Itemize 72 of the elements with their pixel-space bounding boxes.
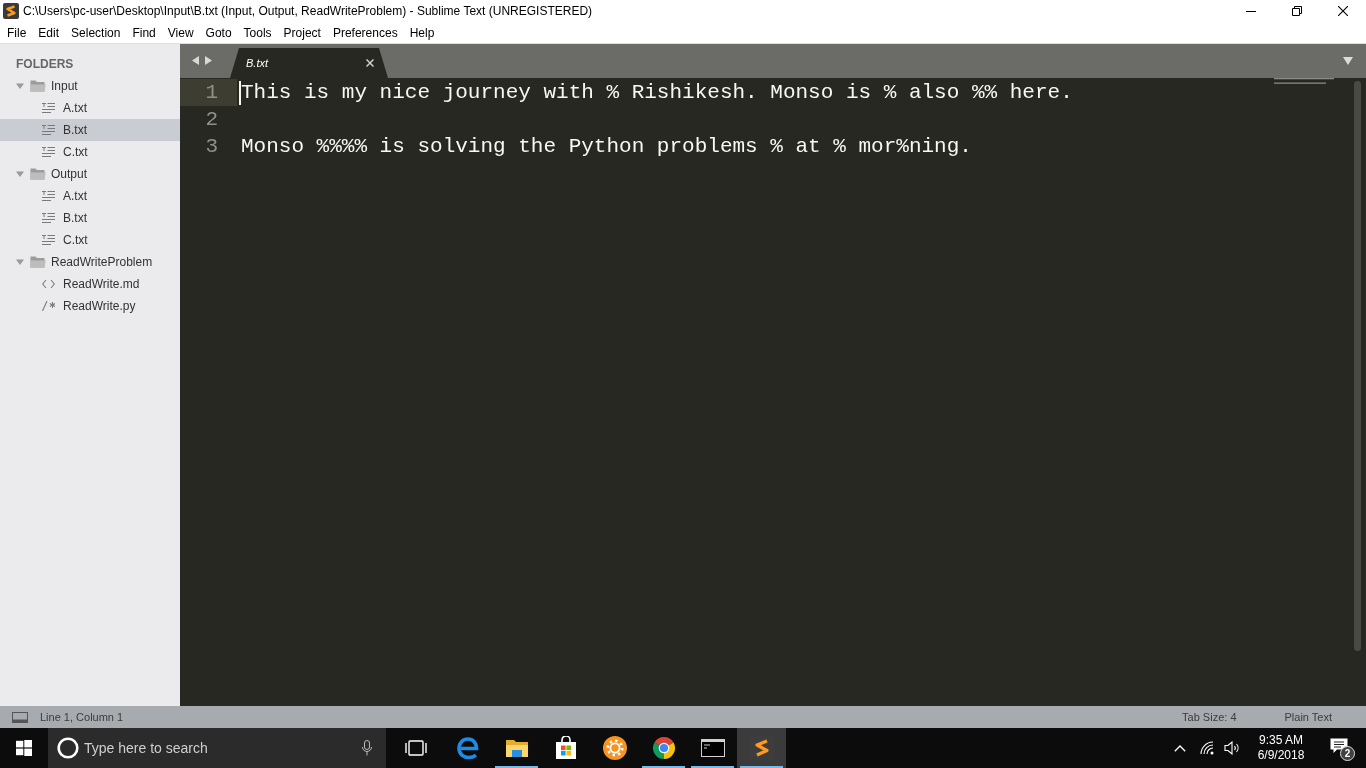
sidebar-entry[interactable]: A.txt (0, 185, 180, 207)
sidebar-entry[interactable]: C.txt (0, 141, 180, 163)
line-number: 1 (180, 79, 237, 106)
menu-item[interactable]: File (1, 23, 33, 42)
line-number: 2 (204, 107, 219, 133)
sidebar-entry[interactable]: B.txt (0, 119, 180, 141)
syntax-setting[interactable]: Plain Text (1284, 711, 1332, 723)
wifi-icon[interactable] (1200, 741, 1216, 755)
line-number: 3 (204, 134, 219, 160)
text-lines-icon (42, 191, 55, 201)
sidebar-heading: FOLDERS (16, 56, 75, 73)
scrollbar-thumb[interactable] (1354, 81, 1361, 651)
text-lines-icon (42, 103, 55, 113)
code-line: Monso %%%% is solving the Python problems % at % mor%ning. (241, 135, 972, 158)
chevron-up-icon[interactable] (1174, 744, 1186, 752)
minimap (1274, 78, 1336, 85)
code-line: This is my nice journey with % Rishikesh. Monso is % also %% here. (241, 81, 1073, 104)
sidebar-entry[interactable]: B.txt (0, 207, 180, 229)
gear-icon (602, 736, 627, 760)
speaker-icon[interactable] (1224, 741, 1240, 755)
sidebar-entry[interactable]: A.txt (0, 97, 180, 119)
cursor-position: Line 1, Column 1 (40, 711, 124, 723)
app-logo-icon (3, 3, 19, 19)
menu-item[interactable]: Goto (199, 23, 238, 42)
tab[interactable]: B.txt (230, 48, 388, 78)
text-cursor (239, 81, 241, 105)
menu-item[interactable]: Preferences (326, 23, 404, 42)
notification-count: 2 (1340, 746, 1355, 761)
folder-item[interactable]: ReadWriteProblem (0, 251, 180, 273)
right-triangle-icon[interactable] (205, 56, 212, 65)
search-ring-icon (57, 737, 79, 759)
folder-item[interactable]: Input (0, 75, 180, 97)
menu-item[interactable]: Help (403, 23, 441, 42)
folder-item[interactable]: Output (0, 163, 180, 185)
task-view-icon (405, 740, 427, 756)
minimize-icon (1246, 10, 1256, 12)
menu-item[interactable]: Find (126, 23, 162, 42)
left-triangle-icon[interactable] (192, 56, 199, 65)
caret-icon[interactable] (1343, 57, 1353, 65)
restore-icon (1292, 6, 1302, 16)
start-icon (16, 740, 32, 756)
close-icon[interactable] (366, 59, 374, 67)
text-lines-icon (42, 147, 55, 157)
folder-icon (30, 256, 46, 268)
shopping-bag-icon (553, 736, 578, 760)
menu-item[interactable]: Edit (32, 23, 66, 42)
close-icon (1338, 6, 1348, 16)
folder-icon (30, 168, 46, 180)
sidebar-entry[interactable]: ReadWrite.md (0, 273, 180, 295)
text-lines-icon (42, 125, 55, 135)
clock-date[interactable]: 6/9/2018 (1257, 748, 1305, 763)
clock-time[interactable]: 9:35 AM (1259, 733, 1303, 748)
menu-item[interactable]: Tools (237, 23, 278, 42)
window-title: C:\Users\pc-user\Desktop\Input\B.txt (Input, Output, ReadWriteProblem) - Sublime Text (UNREGISTERED) (23, 4, 593, 18)
text-lines-icon (42, 235, 55, 245)
terminal-icon (700, 736, 725, 760)
tab-size-setting[interactable]: Tab Size: 4 (1182, 711, 1237, 723)
microphone-icon[interactable] (362, 740, 372, 756)
screen-icon[interactable] (12, 711, 28, 723)
menu-item[interactable]: Selection (65, 23, 127, 42)
text-lines-icon (42, 213, 55, 223)
angle-brackets-icon (42, 279, 55, 289)
sidebar-entry[interactable]: ReadWrite.py (0, 295, 180, 317)
swirl-icon (455, 736, 480, 760)
orb-logo-icon (651, 736, 676, 760)
menu-item[interactable]: View (161, 23, 200, 42)
slash-star-icon (42, 301, 55, 311)
folder-icon (30, 80, 46, 92)
editor-area[interactable]: 1 This is my nice journey with % Rishikesh. Monso is % also %% here. 2 3 Monso %%%% is solving the Python problems % at % mor%ning. (180, 78, 1366, 706)
search-field[interactable]: Type here to search (84, 740, 224, 756)
sidebar-entry[interactable]: C.txt (0, 229, 180, 251)
menu-item[interactable]: Project (277, 23, 327, 42)
